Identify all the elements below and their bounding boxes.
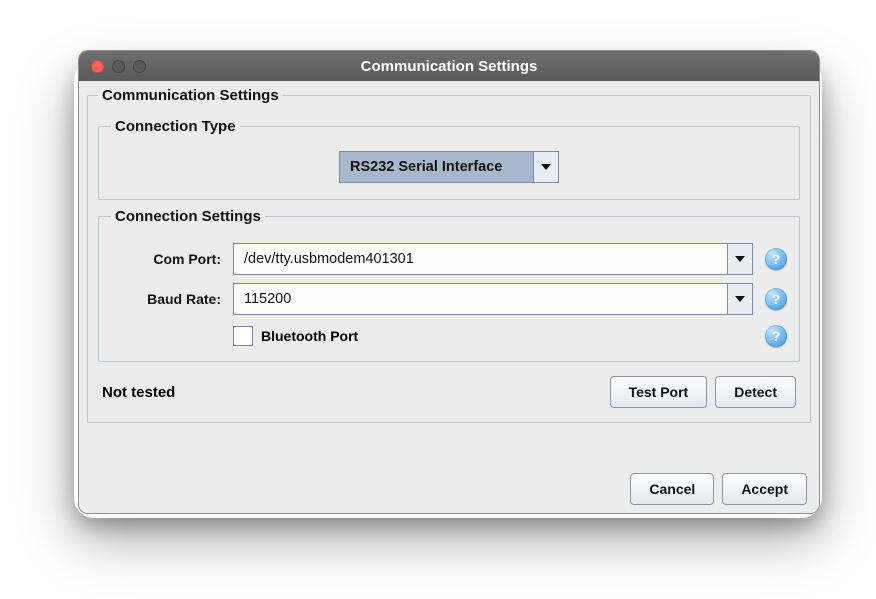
connection-type-select[interactable]: RS232 Serial Interface xyxy=(339,151,559,183)
window-title: Communication Settings xyxy=(79,58,819,75)
bluetooth-checkbox[interactable] xyxy=(233,326,253,346)
titlebar[interactable]: Communication Settings xyxy=(79,51,819,81)
help-icon[interactable]: ? xyxy=(765,325,787,347)
help-icon[interactable]: ? xyxy=(765,288,787,310)
connection-settings-group: Connection Settings Com Port: /dev/tty.u… xyxy=(98,208,800,362)
connection-type-value: RS232 Serial Interface xyxy=(340,152,533,182)
test-port-button[interactable]: Test Port xyxy=(610,376,708,408)
bluetooth-label: Bluetooth Port xyxy=(261,328,358,344)
client-area: Communication Settings Connection Type R… xyxy=(79,81,819,513)
com-port-value: /dev/tty.usbmodem401301 xyxy=(234,244,727,274)
chevron-down-icon xyxy=(727,244,752,274)
cancel-button[interactable]: Cancel xyxy=(630,473,714,505)
accept-button[interactable]: Accept xyxy=(722,473,807,505)
zoom-icon[interactable] xyxy=(133,60,146,73)
baud-rate-select[interactable]: 115200 xyxy=(233,283,753,315)
close-icon[interactable] xyxy=(91,60,104,73)
communication-settings-group: Communication Settings Connection Type R… xyxy=(87,87,811,423)
baud-rate-value: 115200 xyxy=(234,284,727,314)
chevron-down-icon xyxy=(533,152,558,182)
minimize-icon[interactable] xyxy=(112,60,125,73)
detect-button[interactable]: Detect xyxy=(715,376,796,408)
status-text: Not tested xyxy=(102,384,602,401)
connection-settings-title: Connection Settings xyxy=(111,208,265,225)
baud-rate-label: Baud Rate: xyxy=(111,291,221,307)
group-title: Communication Settings xyxy=(98,87,283,104)
traffic-lights xyxy=(91,60,146,73)
chevron-down-icon xyxy=(727,284,752,314)
com-port-select[interactable]: /dev/tty.usbmodem401301 xyxy=(233,243,753,275)
dialog-footer: Cancel Accept xyxy=(87,467,811,505)
dialog-window: Communication Settings Communication Set… xyxy=(78,50,820,514)
connection-type-title: Connection Type xyxy=(111,118,240,135)
com-port-label: Com Port: xyxy=(111,251,221,267)
help-icon[interactable]: ? xyxy=(765,248,787,270)
connection-type-group: Connection Type RS232 Serial Interface xyxy=(98,118,800,200)
